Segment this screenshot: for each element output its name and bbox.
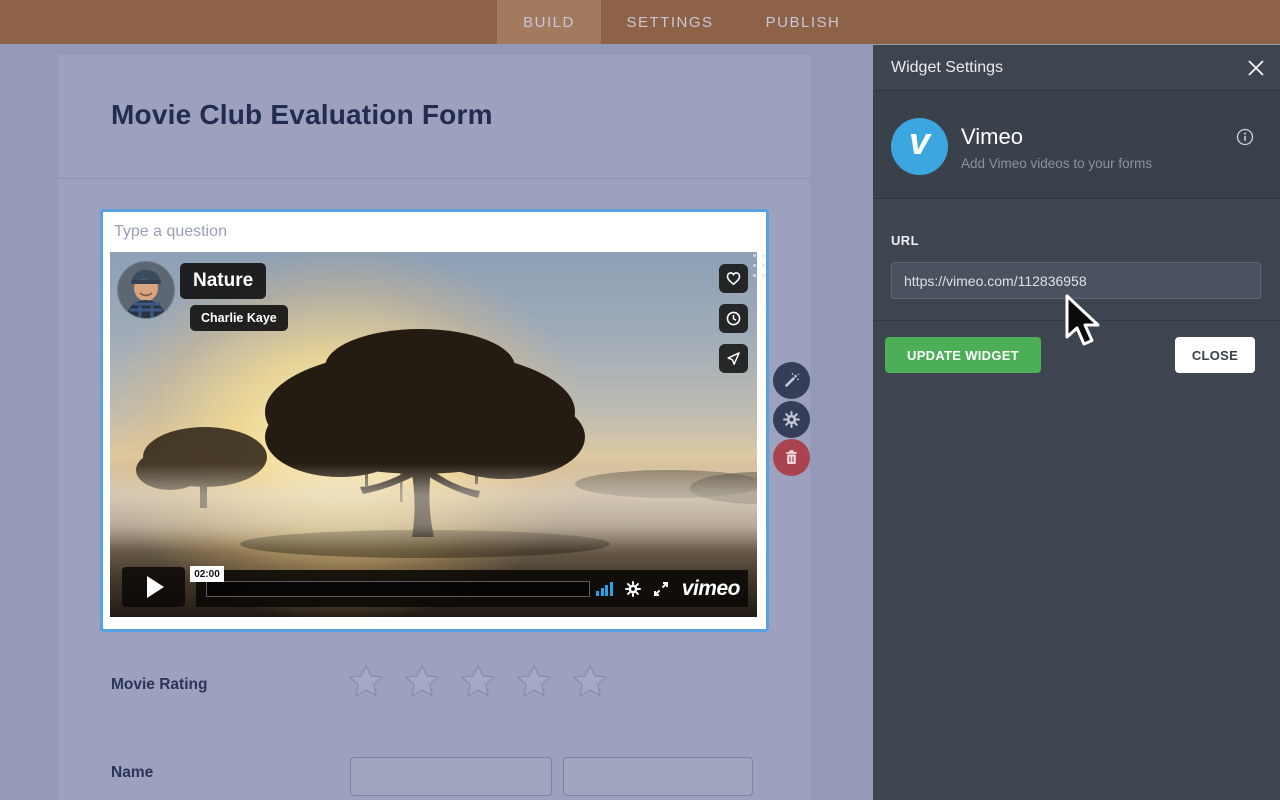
play-icon (147, 576, 164, 598)
widget-description: Add Vimeo videos to your forms (961, 156, 1152, 171)
video-action-buttons (719, 264, 748, 373)
progress-bar[interactable] (206, 581, 590, 597)
tab-settings[interactable]: SETTINGS (618, 0, 722, 44)
divider (58, 178, 810, 179)
video-fog-overlay (110, 464, 757, 552)
widget-info-section: v Vimeo Add Vimeo videos to your forms (873, 91, 1280, 199)
fullscreen-button[interactable] (653, 581, 669, 597)
widget-wizard-button[interactable] (773, 362, 810, 399)
video-title: Nature (193, 270, 253, 292)
clock-icon (725, 310, 742, 327)
form-card: Movie Club Evaluation Form Type a questi… (58, 55, 810, 800)
gear-icon (624, 580, 642, 598)
form-builder-canvas: Movie Club Evaluation Form Type a questi… (0, 44, 873, 800)
widget-drag-handle[interactable] (753, 254, 765, 285)
question-placeholder[interactable]: Type a question (114, 223, 227, 241)
last-name-input[interactable] (563, 757, 753, 796)
like-button[interactable] (719, 264, 748, 293)
first-name-input[interactable] (350, 757, 552, 796)
panel-close-button[interactable] (1246, 58, 1266, 78)
star-icon[interactable] (459, 663, 497, 700)
widget-info-button[interactable] (1236, 128, 1254, 151)
avatar[interactable] (118, 262, 174, 318)
top-navigation-bar: BUILD SETTINGS PUBLISH (0, 0, 1280, 44)
trash-icon (783, 449, 800, 466)
star-rating-control (347, 663, 609, 700)
form-title[interactable]: Movie Club Evaluation Form (111, 99, 493, 131)
share-button[interactable] (719, 344, 748, 373)
close-button[interactable]: CLOSE (1175, 337, 1255, 373)
name-label: Name (111, 764, 153, 782)
info-icon (1236, 128, 1254, 146)
panel-header: Widget Settings (873, 45, 1280, 91)
heart-icon (725, 270, 742, 287)
vimeo-widget-question[interactable]: Type a question (100, 209, 769, 632)
url-label: URL (891, 233, 919, 248)
widget-name: Vimeo (961, 124, 1023, 150)
widget-settings-panel: Widget Settings v Vimeo Add Vimeo videos… (873, 45, 1280, 800)
star-icon[interactable] (571, 663, 609, 700)
divider (873, 320, 1280, 321)
volume-control[interactable] (596, 581, 613, 596)
update-widget-button[interactable]: UPDATE WIDGET (885, 337, 1041, 373)
play-button[interactable] (122, 567, 185, 607)
star-icon[interactable] (515, 663, 553, 700)
star-icon[interactable] (347, 663, 385, 700)
video-author-badge[interactable]: Charlie Kaye (190, 305, 288, 331)
tab-publish[interactable]: PUBLISH (751, 0, 855, 44)
vimeo-video-player[interactable]: Nature Charlie Kaye (110, 252, 757, 617)
widget-delete-button[interactable] (773, 439, 810, 476)
widget-settings-button[interactable] (773, 401, 810, 438)
vimeo-v-glyph: v (909, 121, 930, 164)
watch-later-button[interactable] (719, 304, 748, 333)
video-control-bar: vimeo (196, 570, 748, 607)
fullscreen-icon (653, 581, 669, 597)
vimeo-widget-icon: v (891, 118, 948, 175)
send-icon (725, 350, 742, 367)
close-icon (1247, 59, 1265, 77)
vimeo-logo[interactable]: vimeo (682, 577, 740, 601)
video-author: Charlie Kaye (201, 311, 277, 325)
magic-wand-icon (782, 371, 801, 390)
gear-icon (782, 410, 801, 429)
time-tooltip: 02:00 (190, 566, 224, 582)
movie-rating-label: Movie Rating (111, 676, 207, 694)
video-title-badge[interactable]: Nature (180, 263, 266, 299)
tab-build[interactable]: BUILD (497, 0, 601, 44)
panel-title: Widget Settings (891, 59, 1003, 77)
star-icon[interactable] (403, 663, 441, 700)
settings-gear-button[interactable] (624, 580, 642, 598)
url-input[interactable] (891, 262, 1261, 299)
